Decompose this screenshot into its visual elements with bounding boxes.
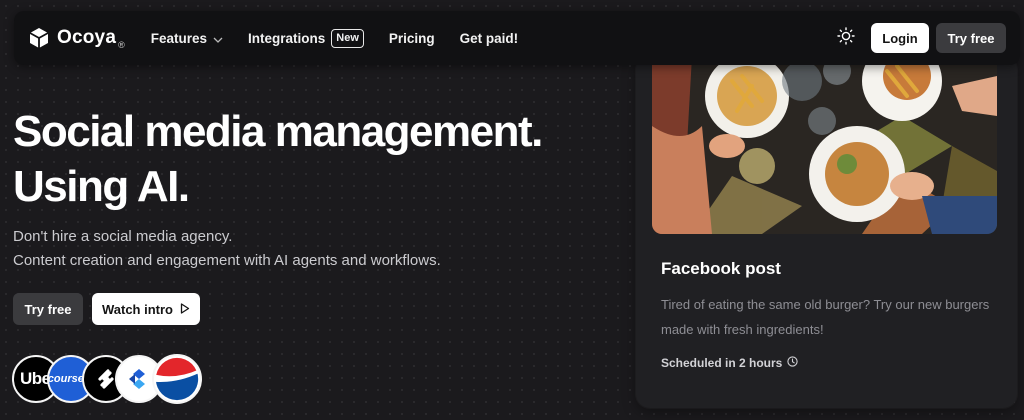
brand-logo[interactable]: Ocoya ® — [29, 27, 125, 50]
theme-toggle-button[interactable] — [835, 26, 857, 50]
brand-name: Ocoya — [57, 27, 117, 48]
watch-intro-label: Watch intro — [101, 301, 173, 317]
clock-icon — [782, 356, 799, 370]
nav-features[interactable]: Features — [151, 31, 223, 46]
new-badge: New — [331, 28, 364, 48]
nav-features-label: Features — [150, 30, 208, 46]
hero-title: Social media management. Using AI. — [13, 104, 543, 214]
cube-logo-icon — [29, 27, 49, 49]
card-body-text: Tired of eating the same old burger? Try… — [661, 297, 990, 337]
card-title: Facebook post — [661, 259, 781, 278]
pepsi-logo — [152, 354, 202, 404]
pepsi-globe-icon — [155, 357, 199, 401]
scheduled-status: Scheduled in 2 hours — [661, 356, 799, 370]
chevron-down-icon — [207, 31, 223, 46]
top-navbar: Ocoya ® Features Integrations New Pricin… — [14, 11, 1020, 65]
login-button[interactable]: Login — [871, 23, 929, 53]
header-actions: Login Try free — [835, 23, 1006, 53]
registered-mark: ® — [118, 39, 125, 50]
main-nav: Features Integrations New Pricing Get pa… — [151, 28, 543, 48]
facebook-post-card[interactable]: Facebook post Tired of eating the same o… — [636, 56, 1017, 408]
hero-title-line-2: Using AI. — [13, 162, 190, 211]
try-free-hero-button[interactable]: Try free — [13, 293, 83, 325]
nav-get-paid[interactable]: Get paid! — [460, 31, 519, 46]
nav-integrations[interactable]: Integrations New — [248, 28, 364, 48]
sun-icon — [837, 26, 855, 50]
partner-icon — [129, 369, 145, 389]
play-icon — [173, 302, 190, 317]
try-free-nav-button[interactable]: Try free — [936, 23, 1006, 53]
hero-subtitle: Don't hire a social media agency. Conten… — [13, 225, 441, 273]
watch-intro-button[interactable]: Watch intro — [92, 293, 200, 325]
scheduled-status-text: Scheduled in 2 hours — [661, 356, 783, 370]
hero-title-line-1: Social media management. — [13, 107, 543, 156]
hero-subtitle-line-1: Don't hire a social media agency. — [13, 228, 233, 245]
nav-integrations-label: Integrations — [248, 30, 326, 46]
nav-pricing[interactable]: Pricing — [389, 31, 435, 46]
hero-subtitle-line-2: Content creation and engagement with AI … — [13, 252, 441, 269]
post-image — [652, 56, 997, 234]
